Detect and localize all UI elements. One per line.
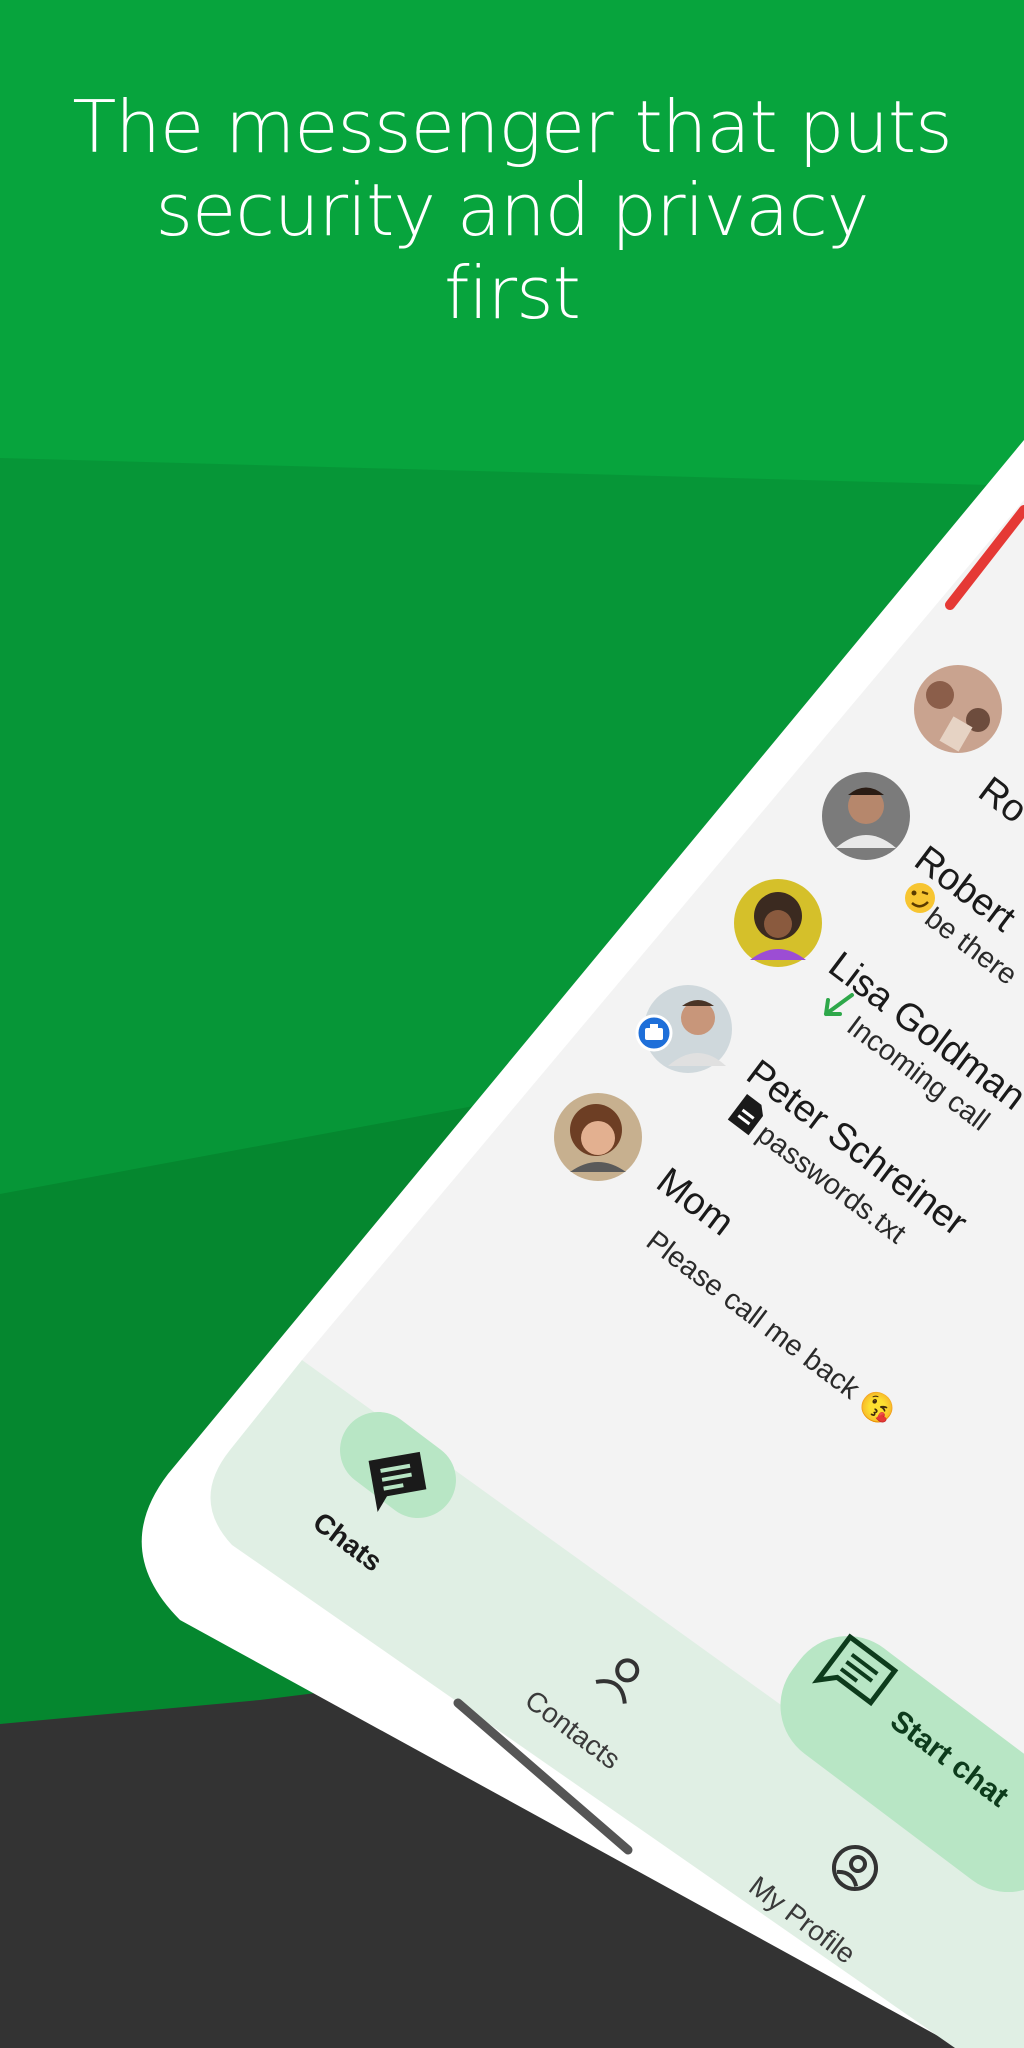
woman-avatar bbox=[734, 879, 822, 967]
group-photo-avatar bbox=[914, 665, 1002, 753]
older-woman-avatar bbox=[554, 1093, 642, 1181]
man-avatar bbox=[822, 772, 910, 860]
work-badge-icon bbox=[635, 1014, 673, 1052]
